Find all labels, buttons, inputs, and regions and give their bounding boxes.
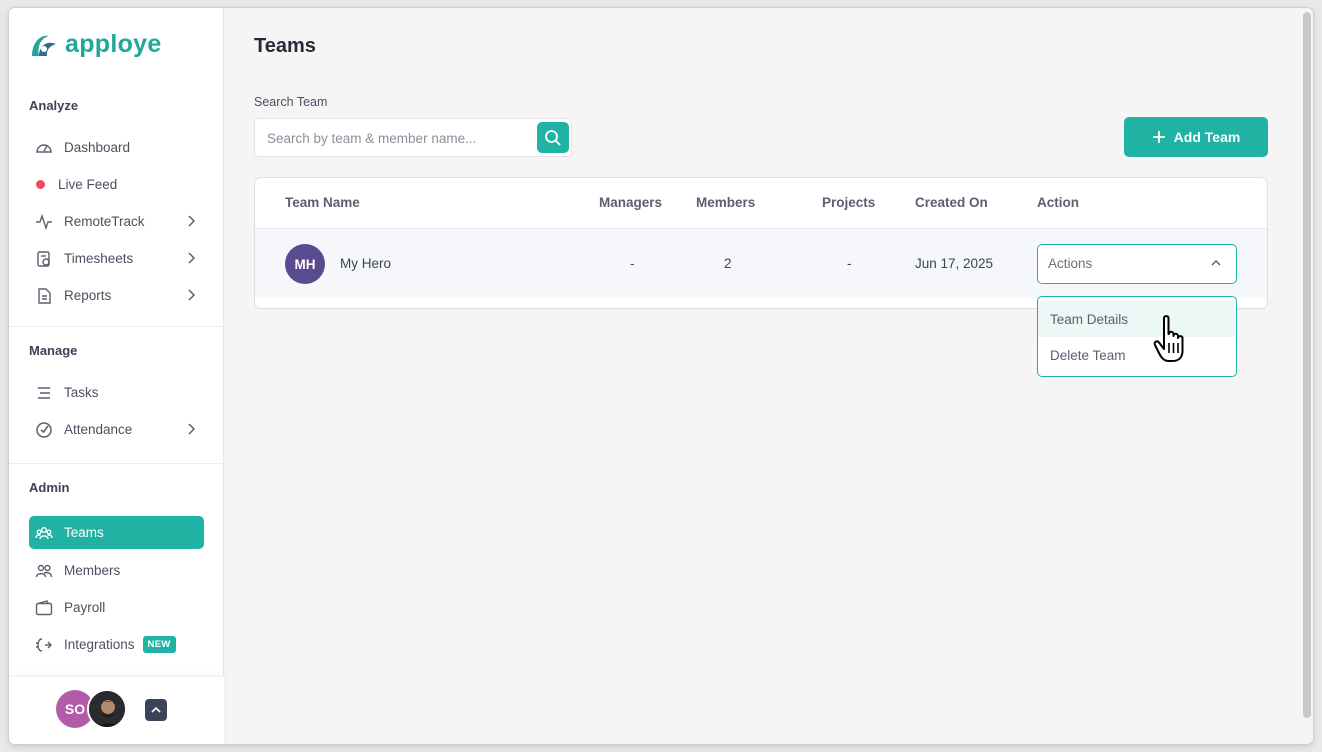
brand-name: apploye: [65, 30, 162, 58]
team-name[interactable]: My Hero: [340, 256, 391, 271]
sidebar-item-timesheets[interactable]: Timesheets: [29, 242, 204, 275]
sidebar-item-attendance[interactable]: Attendance: [29, 413, 204, 446]
live-dot-icon: [36, 180, 45, 189]
sidebar-item-payroll[interactable]: Payroll: [29, 591, 204, 624]
chevron-up-icon: [151, 706, 161, 713]
sidebar-item-live-feed[interactable]: Live Feed: [29, 168, 204, 201]
divider: [9, 463, 224, 464]
column-header-members[interactable]: Members: [696, 195, 755, 210]
chevron-right-icon: [188, 289, 196, 301]
new-badge: NEW: [142, 636, 176, 653]
chevron-right-icon: [188, 423, 196, 435]
search-button[interactable]: [537, 122, 569, 153]
sidebar-item-label: RemoteTrack: [64, 214, 145, 229]
integrations-icon: [34, 635, 54, 655]
section-analyze: Analyze: [29, 98, 79, 113]
add-team-label: Add Team: [1173, 129, 1241, 145]
avatar-photo[interactable]: [87, 689, 127, 729]
menu-item-delete-team[interactable]: Delete Team: [1038, 337, 1235, 373]
column-header-created-on[interactable]: Created On: [915, 195, 988, 210]
search-box: [254, 118, 572, 157]
sidebar-item-label: Integrations: [64, 637, 135, 652]
user-panel: SO: [9, 676, 224, 744]
scrollbar[interactable]: [1303, 12, 1311, 718]
search-input[interactable]: [267, 128, 527, 148]
column-header-team-name[interactable]: Team Name: [285, 195, 360, 210]
app-window: apploye Analyze Dashboard Live Feed Remo…: [9, 8, 1313, 744]
section-admin: Admin: [29, 480, 70, 495]
sidebar-item-reports[interactable]: Reports: [29, 279, 204, 312]
sidebar-item-tasks[interactable]: Tasks: [29, 376, 204, 409]
sidebar-item-label: Payroll: [64, 600, 106, 615]
report-icon: [34, 286, 54, 306]
managers-value: -: [630, 256, 635, 271]
chevron-right-icon: [188, 252, 196, 264]
sidebar-item-label: Reports: [64, 288, 112, 303]
sidebar-item-label: Tasks: [64, 385, 99, 400]
expand-button[interactable]: [145, 699, 167, 721]
menu-item-team-details[interactable]: Team Details: [1038, 301, 1235, 337]
plus-icon: [1152, 131, 1165, 143]
search-icon: [545, 129, 561, 146]
created-on-value: Jun 17, 2025: [915, 256, 994, 271]
page-title: Teams: [254, 35, 316, 57]
column-header-action: Action: [1037, 195, 1079, 210]
column-header-projects[interactable]: Projects: [822, 195, 875, 210]
sidebar-item-label: Dashboard: [64, 140, 131, 155]
sidebar-item-label: Timesheets: [64, 251, 134, 266]
members-value: 2: [724, 256, 732, 271]
search-label: Search Team: [254, 95, 328, 109]
actions-menu: Team Details Delete Team: [1037, 296, 1237, 377]
dashboard-icon: [34, 138, 54, 158]
timesheet-icon: [34, 249, 54, 269]
add-team-button[interactable]: Add Team: [1124, 117, 1268, 157]
projects-value: -: [847, 256, 852, 271]
sidebar: apploye Analyze Dashboard Live Feed Remo…: [9, 8, 224, 744]
attendance-icon: [34, 420, 54, 440]
chevron-right-icon: [188, 215, 196, 227]
tasks-icon: [34, 383, 54, 403]
actions-label: Actions: [1048, 256, 1093, 271]
members-icon: [34, 561, 54, 581]
sidebar-item-teams[interactable]: Teams: [29, 516, 204, 549]
actions-dropdown[interactable]: Actions: [1037, 244, 1237, 284]
pulse-icon: [34, 212, 54, 232]
table-row[interactable]: MH My Hero - 2 - Jun 17, 2025 Actions: [255, 229, 1267, 298]
hand-cursor-icon: [1153, 315, 1184, 362]
wallet-icon: [34, 598, 54, 618]
apploye-logo-icon: [32, 35, 56, 56]
team-avatar: MH: [285, 244, 325, 284]
sidebar-item-label: Teams: [64, 525, 104, 540]
column-header-managers[interactable]: Managers: [599, 195, 662, 210]
logo[interactable]: apploye: [29, 30, 162, 59]
teams-table: Team Name Managers Members Projects Crea…: [254, 177, 1268, 309]
section-manage: Manage: [29, 343, 78, 358]
divider: [9, 326, 224, 327]
sidebar-item-label: Live Feed: [58, 177, 118, 192]
sidebar-item-remotetrack[interactable]: RemoteTrack: [29, 205, 204, 238]
teams-icon: [34, 523, 54, 543]
chevron-up-icon: [1211, 260, 1221, 266]
sidebar-item-label: Attendance: [64, 422, 133, 437]
sidebar-item-integrations[interactable]: Integrations NEW: [29, 628, 204, 661]
sidebar-item-label: Members: [64, 563, 121, 578]
sidebar-item-dashboard[interactable]: Dashboard: [29, 131, 204, 164]
sidebar-item-members[interactable]: Members: [29, 554, 204, 587]
